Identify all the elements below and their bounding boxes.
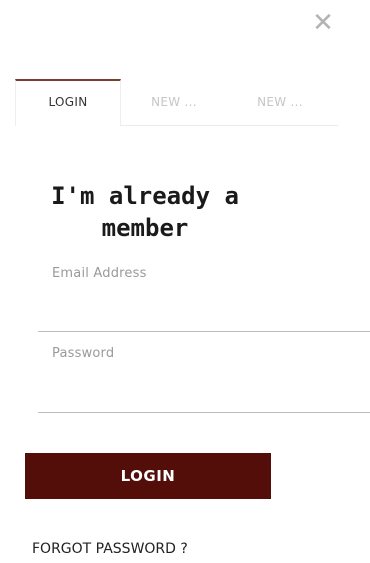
password-field[interactable] — [38, 387, 370, 413]
page-title: I'm already a member — [30, 180, 260, 244]
close-icon[interactable]: ✕ — [308, 8, 338, 38]
email-label: Email Address — [52, 266, 147, 281]
page-title-line2: member — [101, 214, 189, 242]
auth-tabs: LOGIN NEW ... NEW ... — [15, 79, 338, 126]
login-button[interactable]: LOGIN — [25, 453, 271, 499]
tab-new-other[interactable]: NEW ... — [235, 79, 325, 125]
tab-new-account[interactable]: NEW ... — [129, 79, 219, 125]
forgot-password-link[interactable]: FORGOT PASSWORD ? — [32, 541, 188, 557]
tab-login[interactable]: LOGIN — [15, 79, 121, 126]
password-label: Password — [52, 346, 115, 361]
page-title-line1: I'm already a — [51, 182, 239, 210]
email-field[interactable] — [38, 306, 370, 332]
